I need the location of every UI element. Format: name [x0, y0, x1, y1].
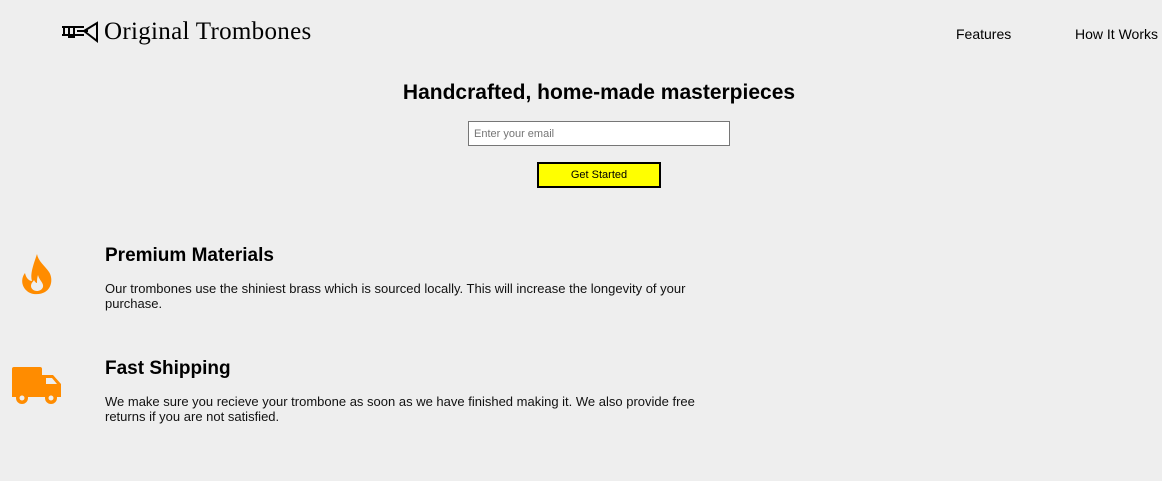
truck-icon [11, 365, 63, 407]
nav-link-how-it-works[interactable]: How It Works [1075, 26, 1158, 42]
hero-title: Handcrafted, home-made masterpieces [402, 81, 796, 104]
email-input[interactable] [468, 121, 730, 146]
nav-link-features[interactable]: Features [956, 26, 1011, 42]
feature-title: Premium Materials [105, 245, 274, 266]
flame-icon [19, 252, 55, 296]
feature-title: Fast Shipping [105, 358, 231, 379]
site-header: Original Trombones Features How It Works [0, 0, 1162, 66]
nav-bar: Features How It Works [0, 26, 1162, 44]
get-started-button[interactable]: Get Started [537, 162, 661, 188]
feature-description: We make sure you recieve your trombone a… [105, 394, 695, 424]
feature-description: Our trombones use the shiniest brass whi… [105, 281, 686, 311]
